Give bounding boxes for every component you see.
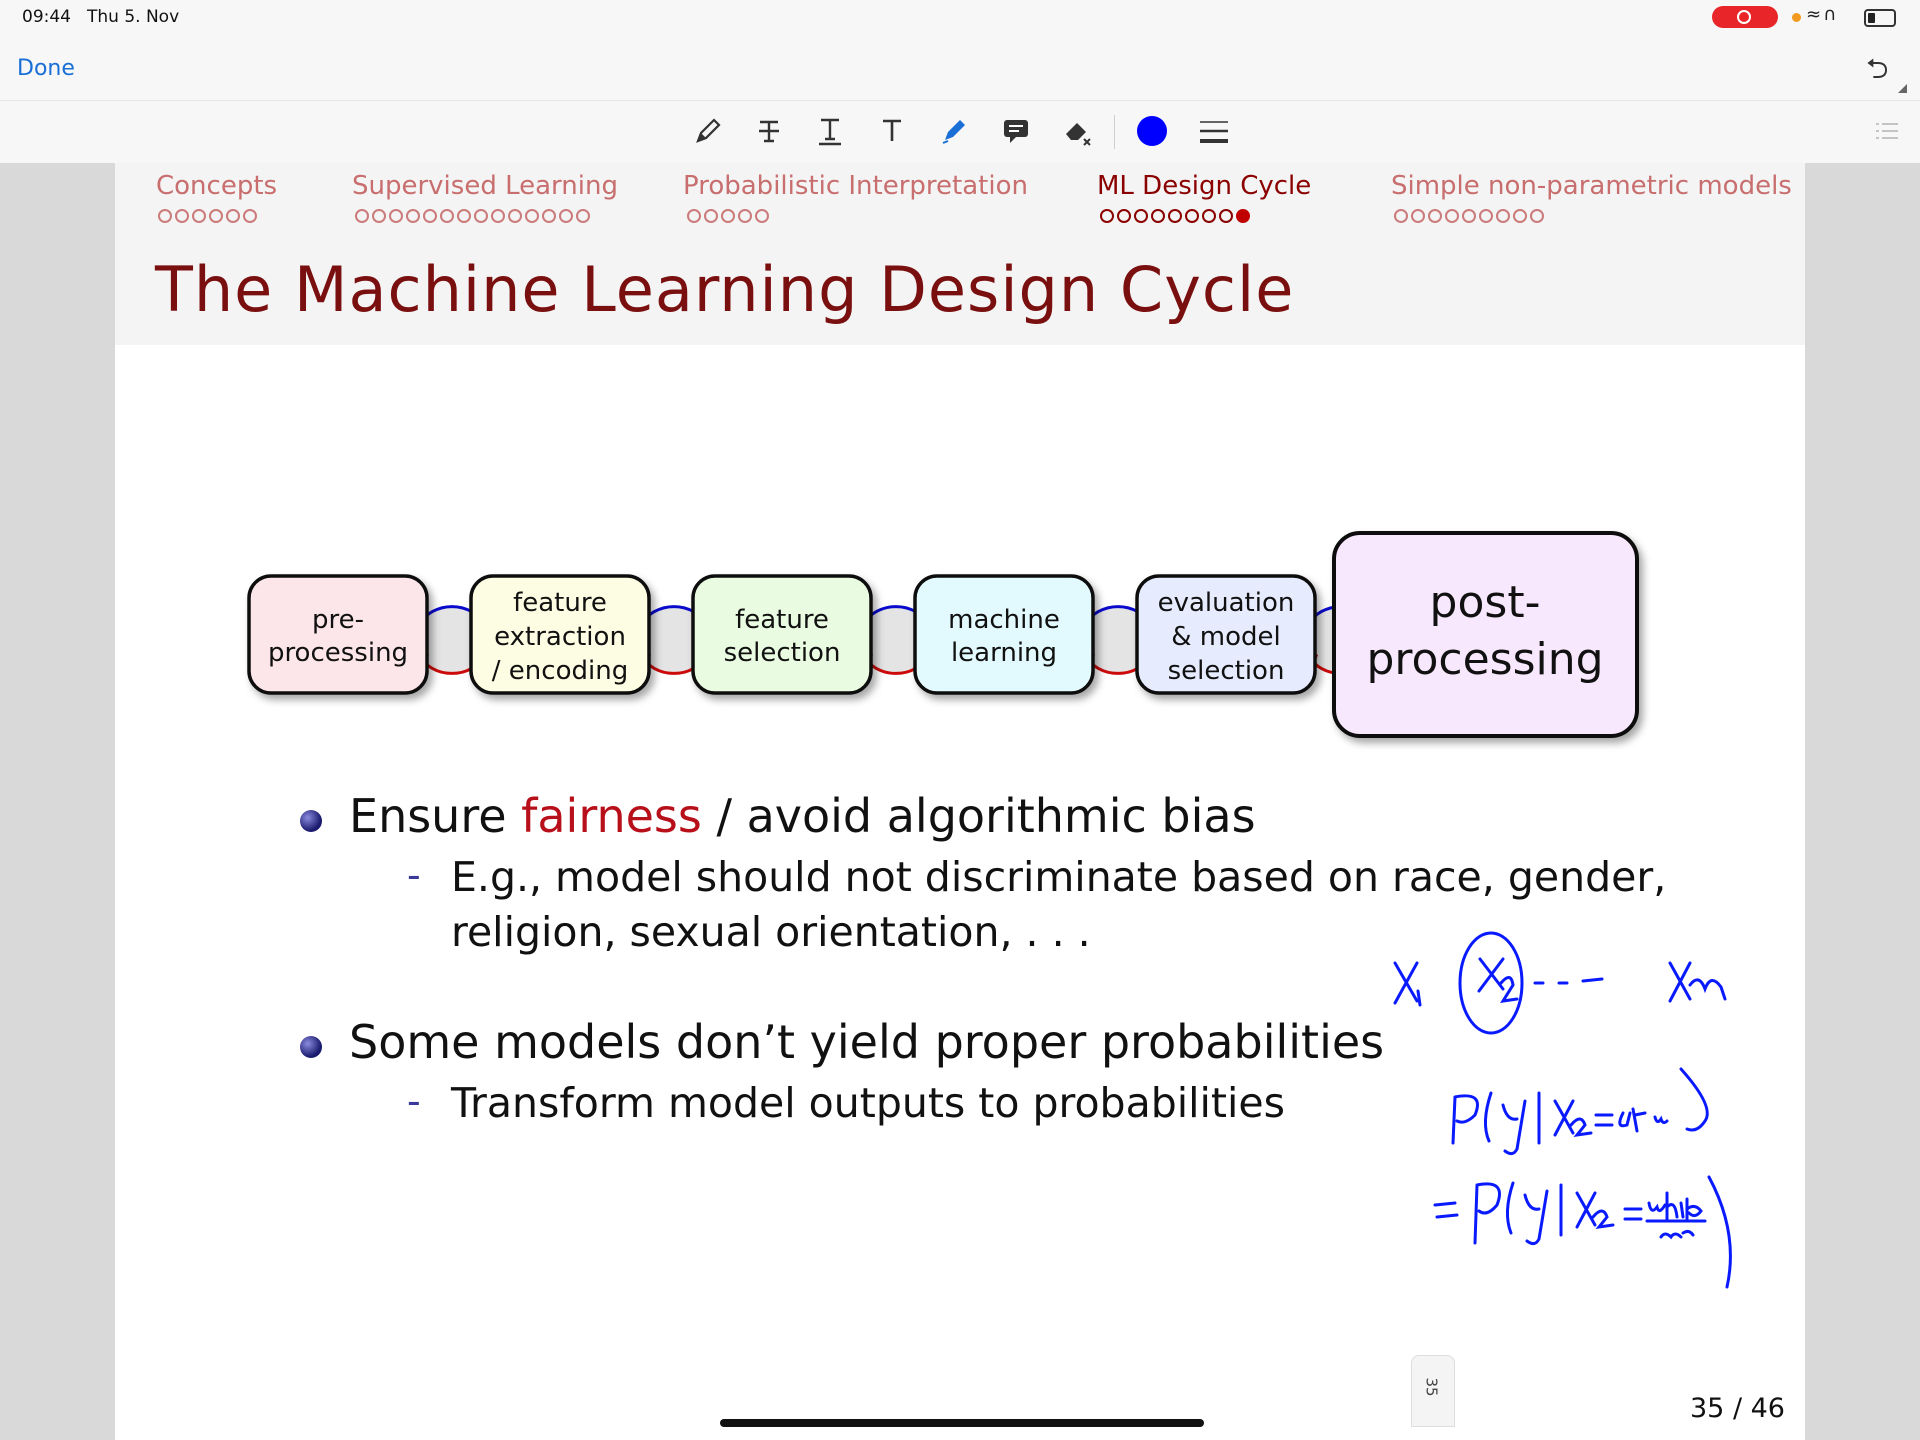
resize-handle-icon[interactable] [1898, 84, 1907, 93]
cycle-label: processing [268, 638, 408, 668]
sub-bullet-dash: - [407, 1079, 421, 1123]
cycle-label: pre- [312, 605, 364, 635]
comment-icon[interactable] [994, 109, 1038, 153]
nav-bar: Done ⮌ [0, 34, 1920, 101]
cycle-label: processing [1366, 634, 1603, 685]
battery-icon [1864, 9, 1896, 27]
cycle-label: / encoding [492, 656, 628, 686]
highlighter-icon[interactable] [932, 109, 976, 153]
cycle-label: & model [1171, 622, 1281, 652]
pdf-slide[interactable]: Concepts Supervised Learning Probabilist… [115, 163, 1805, 1440]
cycle-label: post- [1430, 577, 1541, 628]
page-thumbnail-tab[interactable]: 35 [1411, 1355, 1455, 1427]
sub-bullet-text: religion, sexual orientation, . . . [451, 908, 1091, 956]
cycle-label: selection [724, 638, 841, 668]
pen-icon[interactable] [686, 109, 730, 153]
cycle-label: extraction [494, 622, 626, 652]
cycle-box-machine-learning: machine learning [913, 574, 1095, 695]
cycle-label: feature [735, 605, 829, 635]
cycle-label: learning [951, 638, 1057, 668]
underline-text-icon[interactable] [808, 109, 852, 153]
page-number: 35 / 46 [1690, 1393, 1785, 1424]
cycle-label: evaluation [1158, 588, 1295, 618]
eraser-icon[interactable] [1055, 109, 1099, 153]
bullet-marker [300, 1036, 322, 1058]
status-time: 09:44 [22, 7, 71, 27]
strikethrough-text-icon[interactable] [747, 109, 791, 153]
mic-indicator-icon [1792, 13, 1801, 22]
cycle-box-feature-extraction: feature extraction / encoding [469, 574, 651, 695]
wifi-headphones-icon: ≈∩ [1806, 4, 1839, 25]
status-bar: 09:44 Thu 5. Nov ≈∩ [0, 0, 1920, 34]
done-button[interactable]: Done [17, 56, 75, 81]
screen-recording-icon[interactable] [1712, 6, 1778, 28]
color-picker-icon[interactable] [1130, 109, 1174, 153]
markup-toolbar [0, 101, 1920, 163]
sub-bullet-dash: - [407, 853, 421, 897]
bullet-probabilities: Some models don’t yield proper probabili… [349, 1015, 1385, 1069]
line-weight-icon[interactable] [1192, 109, 1236, 153]
cycle-box-postprocessing: post- processing [1332, 531, 1639, 738]
cycle-box-feature-selection: feature selection [691, 574, 873, 695]
toolbar-divider [1114, 115, 1115, 149]
home-indicator[interactable] [720, 1419, 1204, 1427]
highlight-fairness: fairness [521, 789, 702, 843]
undo-arrow-icon[interactable]: ⮌ [1866, 48, 1888, 96]
handwritten-annotation [1393, 931, 1732, 1289]
bullet-marker [300, 810, 322, 832]
text-icon[interactable] [870, 109, 914, 153]
status-date: Thu 5. Nov [87, 7, 180, 27]
cycle-label: feature [513, 588, 607, 618]
cycle-box-preprocessing: pre- processing [247, 574, 429, 695]
cycle-label: machine [948, 605, 1060, 635]
bullet-fairness: Ensure fairness / avoid algorithmic bias [349, 789, 1256, 843]
outline-list-icon[interactable] [1874, 119, 1900, 149]
sub-bullet-text: Transform model outputs to probabilities [451, 1079, 1285, 1127]
cycle-box-evaluation: evaluation & model selection [1135, 574, 1317, 695]
cycle-label: selection [1168, 656, 1285, 686]
sub-bullet-text: E.g., model should not discriminate base… [451, 853, 1667, 901]
